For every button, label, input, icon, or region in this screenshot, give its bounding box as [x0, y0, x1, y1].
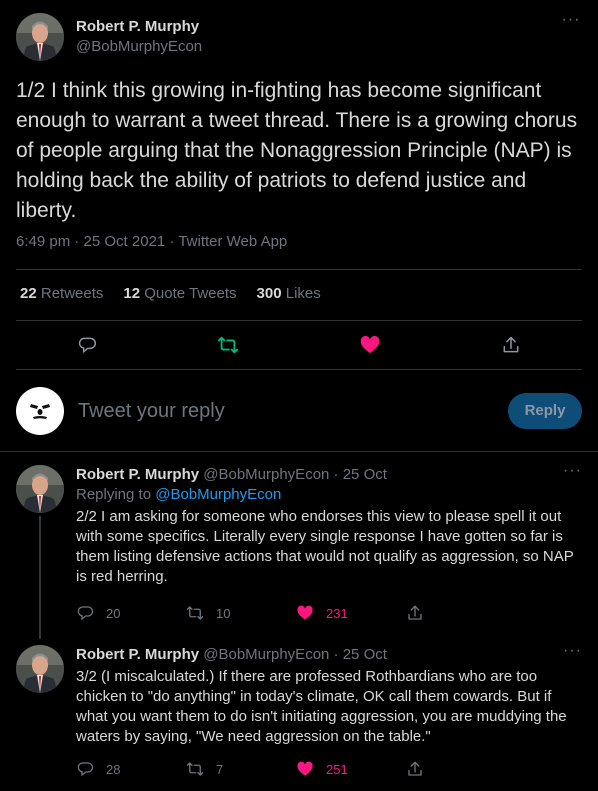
quotes-label: Quote Tweets [144, 285, 237, 302]
reply-icon [77, 762, 94, 777]
heart-icon[interactable] [359, 334, 381, 356]
like-action[interactable]: 231 [296, 603, 406, 623]
retweet-icon [186, 762, 204, 776]
heart-icon [297, 605, 313, 620]
like-count: 231 [326, 605, 348, 621]
divider [16, 269, 582, 270]
divider [0, 451, 598, 452]
more-icon[interactable]: ··· [563, 463, 582, 479]
tweet-text: 1/2 I think this growing in-fighting has… [16, 79, 578, 222]
retweet-count: 10 [216, 605, 231, 621]
tweet-timestamp[interactable]: 6:49 pm · 25 Oct 2021 [16, 233, 165, 250]
share-icon [408, 761, 422, 776]
reply-body: Robert P. Murphy @BobMurphyEcon · 25 Oct… [76, 463, 582, 621]
more-icon[interactable]: ··· [563, 643, 582, 659]
tweet-stats: 22 Retweets 12 Quote Tweets 300 Likes [20, 285, 321, 302]
divider [16, 369, 582, 370]
retweet-icon[interactable] [217, 334, 239, 356]
dot-separator: · [329, 466, 343, 483]
reply-text: 3/2 (I miscalculated.) If there are prof… [76, 668, 567, 745]
tweet-date[interactable]: 25 Oct [343, 466, 387, 483]
retweets-count: 22 [20, 285, 37, 302]
author-names: Robert P. Murphy @BobMurphyEcon [76, 17, 202, 57]
reply-header: Robert P. Murphy @BobMurphyEcon · 25 Oct [76, 465, 582, 485]
author-handle[interactable]: @BobMurphyEcon [203, 646, 329, 663]
tweet-date[interactable]: 25 Oct [343, 646, 387, 663]
reply-count: 20 [106, 605, 121, 621]
share-icon [408, 605, 422, 620]
reply-actions: 20 10 231 [76, 603, 516, 623]
quotes-count: 12 [123, 285, 141, 302]
more-icon[interactable]: ··· [560, 12, 582, 34]
tweet-actions [16, 330, 582, 360]
retweet-count: 7 [216, 761, 224, 777]
reply-count: 28 [106, 761, 121, 777]
author-avatar[interactable] [16, 645, 64, 693]
share-action[interactable] [406, 759, 516, 779]
author-name[interactable]: Robert P. Murphy [76, 466, 199, 483]
retweets-label: Retweets [40, 285, 104, 302]
like-action[interactable]: 251 [296, 759, 406, 779]
likes-stat[interactable]: 300 Likes [257, 285, 321, 302]
tweet-header: Robert P. Murphy @BobMurphyEcon ··· [16, 12, 582, 62]
reply-button[interactable]: Reply [508, 393, 582, 429]
reply-tweet[interactable]: Robert P. Murphy @BobMurphyEcon · 25 Oct… [16, 463, 582, 625]
dot-separator: · [329, 646, 343, 663]
reply-body: Robert P. Murphy @BobMurphyEcon · 25 Oct… [76, 643, 582, 777]
retweets-stat[interactable]: 22 Retweets [20, 285, 103, 302]
retweet-icon [186, 606, 204, 620]
divider [16, 320, 582, 321]
tweet-source[interactable]: Twitter Web App [178, 233, 287, 250]
user-avatar[interactable] [16, 387, 64, 435]
author-handle[interactable]: @BobMurphyEcon [203, 466, 329, 483]
reply-input[interactable] [78, 399, 508, 423]
quotes-stat[interactable]: 12 Quote Tweets [123, 285, 236, 302]
reply-text: 2/2 I am asking for someone who endorses… [76, 508, 574, 585]
face-icon [30, 404, 50, 419]
reply-header: Robert P. Murphy @BobMurphyEcon · 25 Oct [76, 645, 582, 665]
reply-action[interactable]: 20 [76, 603, 186, 623]
like-count: 251 [326, 761, 348, 777]
replying-to-handle[interactable]: @BobMurphyEcon [155, 486, 281, 503]
replying-to-label: Replying to [76, 486, 156, 503]
share-icon[interactable] [500, 334, 522, 356]
author-avatar[interactable] [16, 465, 64, 513]
reply-composer: Reply [16, 385, 582, 437]
reply-icon [77, 606, 94, 621]
author-name[interactable]: Robert P. Murphy [76, 646, 199, 663]
heart-icon [297, 761, 313, 776]
reply-actions: 28 7 251 [76, 759, 516, 779]
retweet-action[interactable]: 10 [186, 603, 296, 623]
author-avatar[interactable] [16, 13, 64, 61]
share-action[interactable] [406, 603, 516, 623]
reply-tweet[interactable]: Robert P. Murphy @BobMurphyEcon · 25 Oct… [16, 643, 582, 785]
likes-label: Likes [285, 285, 321, 302]
reply-action[interactable]: 28 [76, 759, 186, 779]
tweet-meta: 6:49 pm · 25 Oct 2021 · Twitter Web App [16, 233, 287, 250]
likes-count: 300 [256, 285, 282, 302]
author-handle[interactable]: @BobMurphyEcon [76, 37, 202, 57]
reply-icon[interactable] [76, 334, 98, 356]
retweet-action[interactable]: 7 [186, 759, 296, 779]
replying-to: Replying to @BobMurphyEcon [76, 485, 582, 505]
author-name[interactable]: Robert P. Murphy [76, 17, 202, 37]
meta-separator: · [165, 233, 179, 250]
